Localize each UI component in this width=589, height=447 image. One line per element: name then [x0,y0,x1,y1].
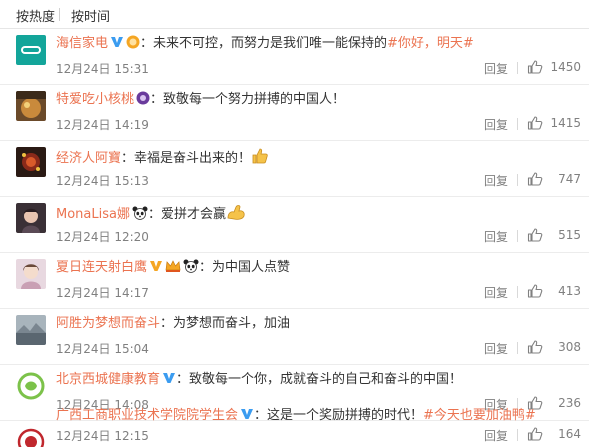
reply-button[interactable]: 回复 [484,340,508,357]
flex-arm-emoji-icon [226,203,246,221]
reply-button[interactable]: 回复 [484,284,508,301]
username[interactable]: 经济人阿寶 [56,151,121,166]
like-button[interactable]: 164 [527,426,581,442]
thumbs-up-icon [527,116,543,130]
action-divider [517,118,518,130]
thumbs-up-icon [527,427,543,441]
thumbs-up-icon [527,284,543,298]
action-divider [517,286,518,298]
sort-bar: 按热度 按时间 [0,0,589,29]
avatar[interactable] [16,91,46,121]
comment-time: 12月24日 12:15 [56,429,149,443]
like-count: 164 [558,427,581,441]
sort-divider [59,8,60,21]
vip-gold-icon [126,35,140,49]
comment-time: 12月24日 14:17 [56,286,149,300]
action-divider [517,342,518,354]
sort-by-time-tab[interactable]: 按时间 [71,6,110,25]
comment-text: ：致敬每一个努力拼搏的中国人！ [150,92,346,107]
member-purple-icon [136,91,150,105]
like-button[interactable]: 747 [527,171,581,187]
comment-time: 12月24日 15:04 [56,342,149,356]
avatar[interactable] [16,203,46,233]
like-count: 515 [558,228,581,242]
action-divider [517,174,518,186]
comment-time: 12月24日 15:31 [56,62,149,76]
username[interactable]: 北京西城健康教育 [56,372,160,387]
reply-button[interactable]: 回复 [484,116,508,133]
thumbs-up-icon [527,340,543,354]
crown-badge-icon [165,259,181,273]
comment-item: 夏日连天射白鹰 ：为中国人点赞 12月24日 14:17 回复 413 [0,253,589,309]
panda-icon [183,259,199,273]
like-count: 1415 [550,116,581,130]
reply-button[interactable]: 回复 [484,427,508,444]
like-button[interactable]: 413 [527,283,581,299]
comment-item: 广西工商职业技术学院院学生会 ：这是一个奖励拼搏的时代！#今天也要加油鸭# 12月… [0,408,589,447]
verified-blue-icon [240,407,254,421]
comment-item: MonaLisa娜 ：爱拼才会赢 12月24日 12:20 回复 515 [0,197,589,253]
comment-text: ：爱拼才会赢 [147,207,226,222]
like-button[interactable]: 515 [527,227,581,243]
username[interactable]: 广西工商职业技术学院院学生会 [56,408,238,423]
like-button[interactable]: 308 [527,339,581,355]
sort-by-hot-tab[interactable]: 按热度 [16,6,55,25]
thumbs-up-icon [527,60,543,74]
thumbs-up-icon [527,172,543,186]
comment-text: ：致敬每一个你，成就奋斗的自己和奋斗的中国！ [176,372,463,387]
reply-button[interactable]: 回复 [484,228,508,245]
like-count: 308 [558,340,581,354]
comment-text: ：为中国人点赞 [199,260,291,275]
avatar[interactable] [16,427,46,447]
username[interactable]: 夏日连天射白鹰 [56,260,147,275]
comment-text: ：幸福是奋斗出来的！ [121,151,252,166]
username[interactable]: 海信家电 [56,36,108,51]
reply-button[interactable]: 回复 [484,172,508,189]
topic-link[interactable]: #今天也要加油鸭# [423,408,536,423]
like-button[interactable]: 1415 [527,115,581,131]
comment-item: 特爱吃小核桃 ：致敬每一个努力拼搏的中国人！ 12月24日 14:19 回复 14… [0,85,589,141]
username[interactable]: 特爱吃小核桃 [56,92,134,107]
comment-text: ：未来不可控，而努力是我们唯一能保持的 [140,36,388,51]
comment-item: 阿胜为梦想而奋斗：为梦想而奋斗，加油 12月24日 15:04 回复 308 [0,309,589,365]
verified-gold-icon [149,259,163,273]
panda-icon [132,206,148,220]
comment-item: 海信家电 ：未来不可控，而努力是我们唯一能保持的#你好，明天# 12月24日 15… [0,29,589,85]
avatar[interactable] [16,259,46,289]
comment-text: ：为梦想而奋斗，加油 [160,316,291,331]
action-divider [517,429,518,441]
comment-time: 12月24日 12:20 [56,230,149,244]
verified-blue-icon [162,371,176,385]
avatar[interactable] [16,35,46,65]
username[interactable]: 阿胜为梦想而奋斗 [56,316,160,331]
reply-button[interactable]: 回复 [484,60,508,77]
like-count: 413 [558,284,581,298]
comment-text: ：这是一个奖励拼搏的时代！ [254,408,424,423]
like-count: 1450 [550,60,581,74]
topic-link[interactable]: #你好，明天# [387,36,474,51]
like-count: 236 [558,396,581,410]
like-count: 747 [558,172,581,186]
username[interactable]: MonaLisa娜 [56,207,130,222]
thumbs-up-icon [527,228,543,242]
comment-time: 12月24日 14:19 [56,118,149,132]
action-divider [517,230,518,242]
thumbs-up-emoji-icon [251,147,269,165]
comment-item: 经济人阿寶：幸福是奋斗出来的！ 12月24日 15:13 回复 747 [0,141,589,197]
avatar[interactable] [16,147,46,177]
verified-blue-icon [110,35,124,49]
avatar[interactable] [16,371,46,401]
action-divider [517,62,518,74]
comment-time: 12月24日 15:13 [56,174,149,188]
avatar[interactable] [16,315,46,345]
like-button[interactable]: 1450 [527,59,581,75]
